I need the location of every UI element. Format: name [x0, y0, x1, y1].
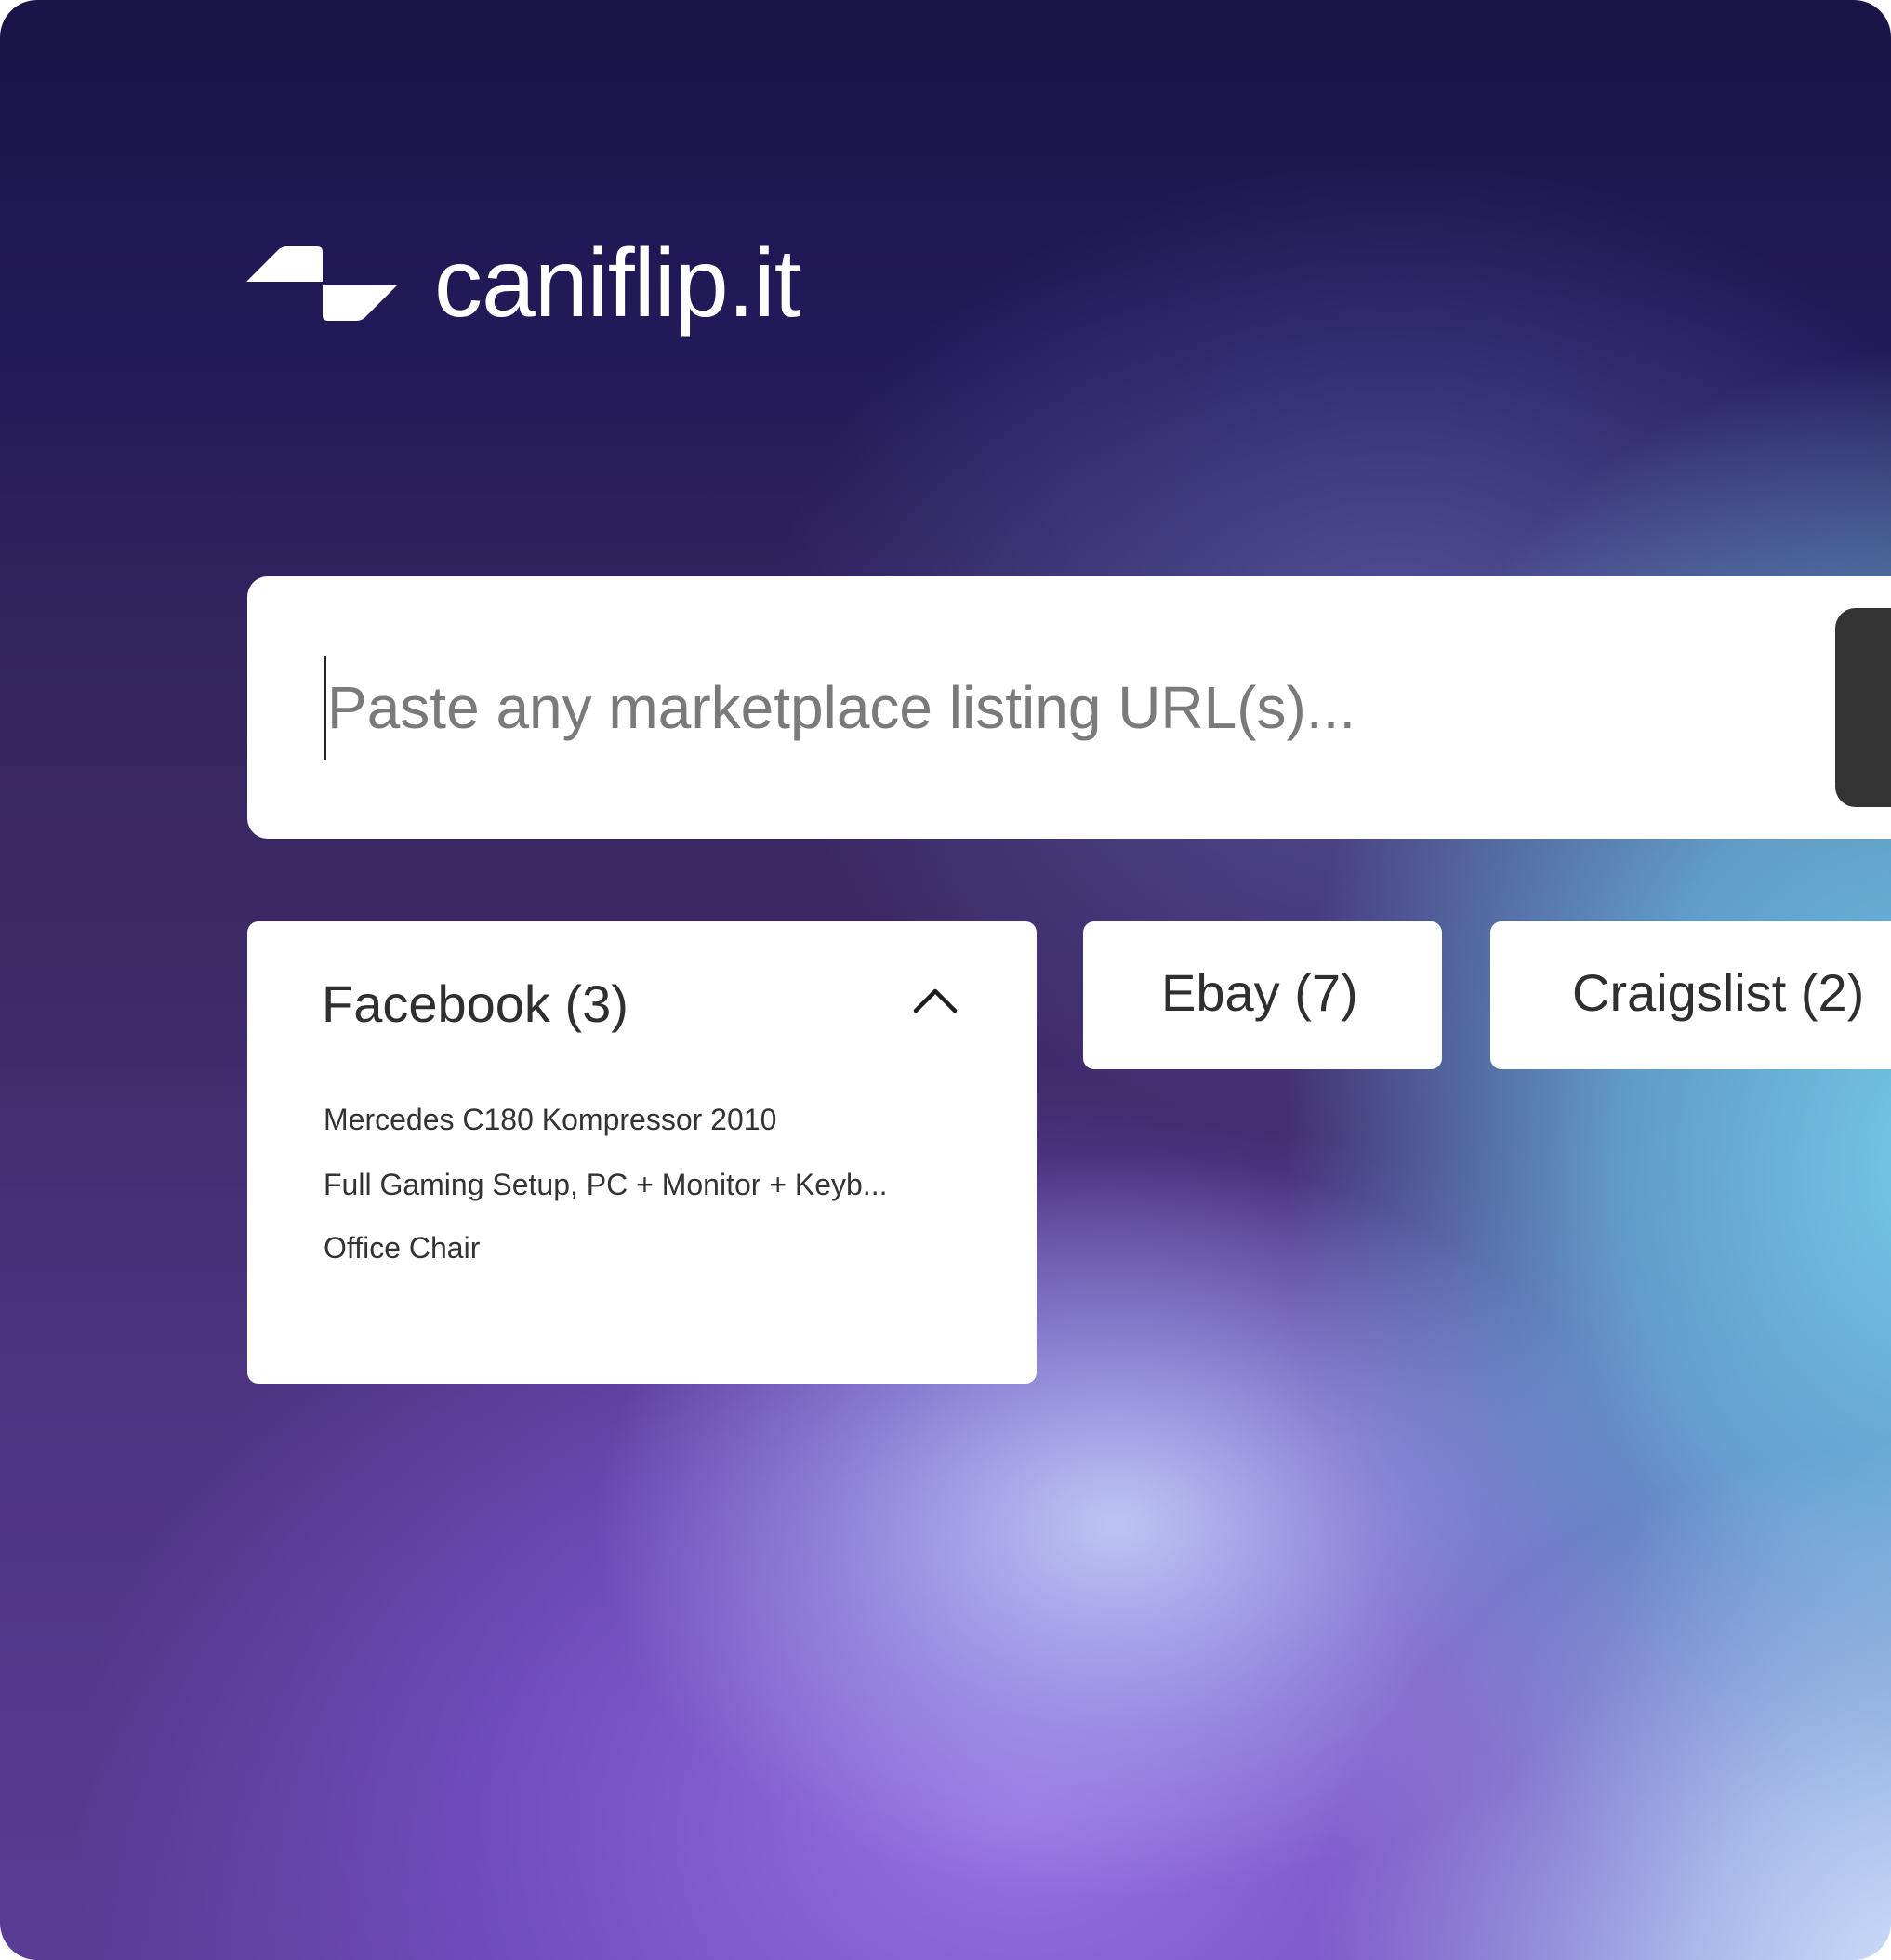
facebook-toggle-label[interactable]: Facebook (3): [322, 973, 628, 1034]
app-background: caniflip.it Facebook (3) Mercedes C180 K…: [0, 0, 1891, 1960]
listing-item[interactable]: Office Chair: [324, 1231, 480, 1265]
craigslist-label: Craigslist (2): [1572, 963, 1865, 1022]
marketplace-card-craigslist[interactable]: Craigslist (2): [1490, 921, 1891, 1069]
marketplace-card-facebook: Facebook (3) Mercedes C180 Kompressor 20…: [247, 921, 1037, 1384]
chevron-up-icon[interactable]: [912, 987, 959, 1014]
marketplace-card-ebay[interactable]: Ebay (7): [1083, 921, 1442, 1069]
search-box[interactable]: [247, 576, 1891, 839]
listing-item[interactable]: Mercedes C180 Kompressor 2010: [324, 1103, 776, 1137]
brand-logo[interactable]: caniflip.it: [246, 230, 801, 338]
ebay-label: Ebay (7): [1161, 963, 1358, 1022]
listing-url-input[interactable]: [325, 632, 1724, 783]
submit-button[interactable]: [1835, 608, 1891, 807]
listing-item[interactable]: Full Gaming Setup, PC + Monitor + Keyb..…: [324, 1168, 888, 1202]
brand-name: caniflip.it: [434, 230, 801, 338]
caniflip-logo-icon: [246, 246, 397, 321]
